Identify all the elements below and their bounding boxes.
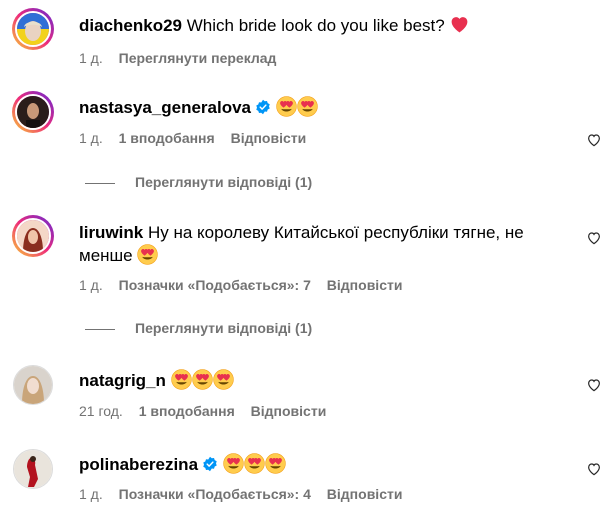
comment-body: Which bride look do you like best? [186, 16, 445, 35]
username[interactable]: diachenko29 [79, 16, 182, 35]
timestamp[interactable]: 1 д. [79, 486, 103, 502]
heart-eyes-emoji-icon [265, 453, 286, 474]
view-replies-label: Переглянути відповіді (1) [135, 320, 313, 336]
timestamp[interactable]: 1 д. [79, 130, 103, 146]
username[interactable]: polinaberezina [79, 455, 198, 474]
username[interactable]: nastasya_generalova [79, 98, 251, 117]
avatar-image [14, 366, 52, 404]
red-heart-emoji-icon [452, 17, 468, 33]
like-heart-icon[interactable] [586, 230, 602, 246]
username[interactable]: natagrig_n [79, 371, 166, 390]
likes-count[interactable]: 1 вподобання [119, 130, 215, 146]
username[interactable]: liruwink [79, 223, 143, 242]
verified-badge-icon [202, 456, 218, 472]
avatar-image [17, 13, 49, 45]
likes-count[interactable]: Позначки «Подобається»: 7 [119, 277, 311, 293]
likes-count[interactable]: 1 вподобання [139, 403, 235, 419]
like-heart-icon[interactable] [586, 377, 602, 393]
comment-body: Ну на королеву Китайської республіки тяг… [147, 223, 524, 242]
comment-meta: 1 д. Позначки «Подобається»: 7 Відповіст… [79, 276, 414, 294]
heart-eyes-emoji-icon [244, 453, 265, 474]
comment-meta: 1 д. Переглянути переклад [79, 49, 288, 67]
divider [85, 328, 115, 330]
reply-button[interactable]: Відповісти [327, 277, 403, 293]
reply-button[interactable]: Відповісти [327, 486, 403, 502]
avatar[interactable] [13, 365, 53, 405]
comment-meta: 21 год. 1 вподобання Відповісти [79, 402, 338, 420]
avatar[interactable] [12, 8, 54, 50]
comment-meta: 1 д. 1 вподобання Відповісти [79, 129, 318, 147]
likes-count[interactable]: Позначки «Подобається»: 4 [119, 486, 311, 502]
timestamp[interactable]: 21 год. [79, 403, 123, 419]
see-translation-button[interactable]: Переглянути переклад [119, 50, 277, 66]
view-replies-label: Переглянути відповіді (1) [135, 174, 313, 190]
heart-eyes-emoji-icon [137, 244, 158, 265]
comment-text: nastasya_generalova [79, 96, 559, 119]
avatar[interactable] [12, 215, 54, 257]
comment-meta: 1 д. Позначки «Подобається»: 4 Відповіст… [79, 485, 414, 503]
avatar-image [17, 220, 49, 252]
like-heart-icon[interactable] [586, 461, 602, 477]
verified-badge-icon [255, 99, 271, 115]
comment-text: natagrig_n [79, 369, 559, 392]
heart-eyes-emoji-icon [223, 453, 244, 474]
heart-eyes-emoji-icon [192, 369, 213, 390]
view-replies-button[interactable]: Переглянути відповіді (1) [85, 319, 312, 337]
like-heart-icon[interactable] [586, 132, 602, 148]
heart-eyes-emoji-icon [171, 369, 192, 390]
avatar-image [17, 96, 49, 128]
comment-body-line2: менше [79, 246, 133, 265]
comment-text: diachenko29 Which bride look do you like… [79, 14, 559, 37]
avatar-image [14, 450, 52, 488]
heart-eyes-emoji-icon [276, 96, 297, 117]
heart-eyes-emoji-icon [213, 369, 234, 390]
heart-eyes-emoji-icon [297, 96, 318, 117]
comment-text: polinaberezina [79, 453, 559, 476]
reply-button[interactable]: Відповісти [251, 403, 327, 419]
view-replies-button[interactable]: Переглянути відповіді (1) [85, 173, 312, 191]
timestamp[interactable]: 1 д. [79, 50, 103, 66]
avatar[interactable] [12, 91, 54, 133]
reply-button[interactable]: Відповісти [231, 130, 307, 146]
avatar[interactable] [13, 449, 53, 489]
timestamp[interactable]: 1 д. [79, 277, 103, 293]
comment-text: liruwink Ну на королеву Китайської респу… [79, 222, 559, 267]
divider [85, 182, 115, 184]
